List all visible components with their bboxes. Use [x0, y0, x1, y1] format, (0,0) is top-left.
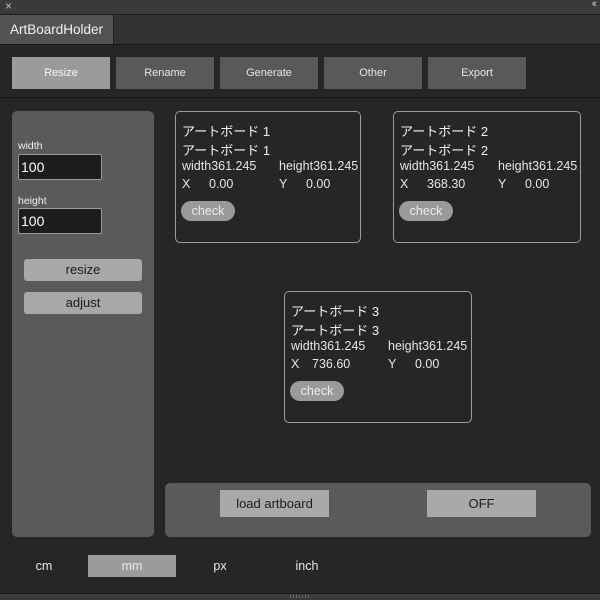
x-label: X [400, 177, 409, 191]
width-label: width [18, 140, 43, 152]
y-label: Y [279, 177, 288, 191]
height-label: height [18, 195, 47, 207]
unit-cm[interactable]: cm [18, 555, 70, 577]
check-button[interactable]: check [181, 201, 235, 221]
artboard-name-secondary: アートボード 1 [182, 143, 271, 158]
panel-tab-bar: ArtBoardHolder [0, 15, 600, 45]
unit-mm[interactable]: mm [88, 555, 176, 577]
artboard-card-2: アートボード 2 アートボード 2 width361.245 height361… [393, 111, 581, 243]
artboard-name: アートボード 2 [400, 124, 489, 139]
generate-tab-button[interactable]: Generate [220, 57, 318, 89]
other-tab-button[interactable]: Other [324, 57, 422, 89]
height-value: height361.245 [279, 159, 359, 173]
unit-px[interactable]: px [194, 555, 246, 577]
action-bar: load artboard OFF [165, 483, 591, 537]
resize-tab-button[interactable]: Resize [12, 57, 110, 89]
check-button[interactable]: check [399, 201, 453, 221]
x-label: X [182, 177, 191, 191]
artboard-name: アートボード 1 [182, 124, 271, 139]
off-toggle-button[interactable]: OFF [427, 490, 536, 517]
export-tab-button[interactable]: Export [428, 57, 526, 89]
width-input[interactable]: 100 [18, 154, 102, 180]
adjust-button[interactable]: adjust [24, 292, 142, 314]
x-label: X [291, 357, 300, 371]
check-button[interactable]: check [290, 381, 344, 401]
size-form-panel: width 100 height 100 resize adjust [12, 111, 154, 537]
panel-content: Resize Rename Generate Other Export widt… [0, 45, 600, 593]
height-input[interactable]: 100 [18, 208, 102, 234]
height-value: height361.245 [498, 159, 578, 173]
width-value: width361.245 [182, 159, 257, 173]
title-bar: × ‹‹ [0, 0, 600, 15]
y-value: 0.00 [306, 177, 331, 191]
unit-inch[interactable]: inch [280, 555, 334, 577]
panel-tab-artboardholder[interactable]: ArtBoardHolder [0, 15, 115, 44]
collapse-icon[interactable]: ‹‹ [592, 0, 598, 10]
artboard-card-3: アートボード 3 アートボード 3 width361.245 height361… [284, 291, 472, 423]
width-value: width361.245 [400, 159, 475, 173]
load-artboard-button[interactable]: load artboard [220, 490, 329, 517]
rename-tab-button[interactable]: Rename [116, 57, 214, 89]
width-value: width361.245 [291, 339, 366, 353]
resize-grip-icon[interactable] [290, 595, 310, 598]
y-value: 0.00 [415, 357, 440, 371]
y-label: Y [498, 177, 507, 191]
divider [0, 97, 600, 98]
artboard-card-1: アートボード 1 アートボード 1 width361.245 height361… [175, 111, 361, 243]
artboard-name-secondary: アートボード 3 [291, 323, 380, 338]
y-label: Y [388, 357, 397, 371]
artboard-name-secondary: アートボード 2 [400, 143, 489, 158]
artboard-name: アートボード 3 [291, 304, 380, 319]
x-value: 0.00 [209, 177, 234, 191]
x-value: 368.30 [427, 177, 466, 191]
x-value: 736.60 [312, 357, 351, 371]
resize-button[interactable]: resize [24, 259, 142, 281]
close-icon[interactable]: × [5, 0, 12, 13]
y-value: 0.00 [525, 177, 550, 191]
height-value: height361.245 [388, 339, 468, 353]
